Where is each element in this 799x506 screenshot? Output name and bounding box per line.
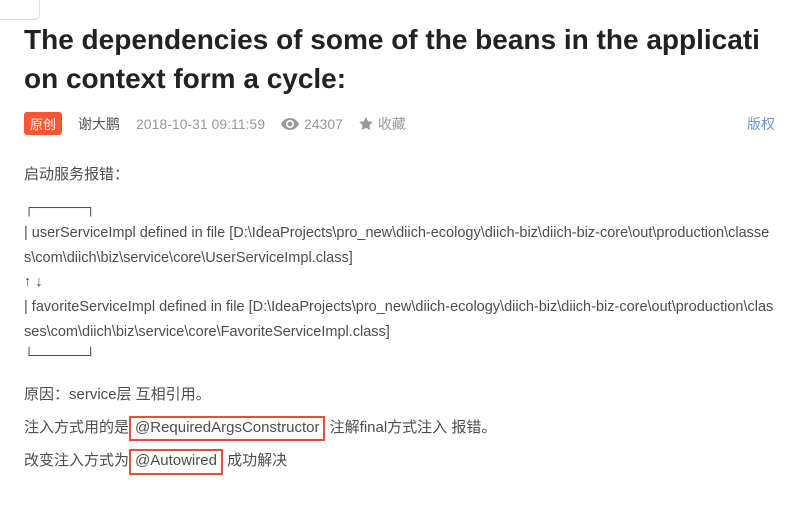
ascii-mid: ↑ ↓ [24, 270, 775, 295]
inject-post: 注解final方式注入 报错。 [325, 419, 496, 436]
views-count: 24307 [281, 116, 343, 132]
collect-button[interactable]: 收藏 [359, 114, 406, 134]
author-link[interactable]: 谢大鹏 [78, 114, 120, 134]
ascii-bottom: └─────┘ [24, 344, 775, 369]
fix-line: 改变注入方式为@Autowired 成功解决 [24, 447, 775, 475]
autowired-annotation: @Autowired [129, 449, 223, 475]
required-args-annotation: @RequiredArgsConstructor [129, 416, 325, 442]
article-body: 启动服务报错： ┌─────┐ | userServiceImpl define… [24, 161, 775, 474]
reason-text: 原因：service层 互相引用。 [24, 381, 775, 408]
intro-text: 启动服务报错： [24, 161, 775, 188]
tab-corner [0, 0, 40, 20]
copyright-link[interactable]: 版权 [747, 114, 775, 134]
article-container: The dependencies of some of the beans in… [0, 0, 799, 475]
article-title: The dependencies of some of the beans in… [24, 20, 775, 98]
star-icon [359, 117, 373, 131]
original-badge: 原创 [24, 112, 62, 135]
inject-pre: 注入方式用的是 [24, 419, 129, 436]
article-meta: 原创 谢大鹏 2018-10-31 09:11:59 24307 收藏 版权 [24, 112, 775, 135]
error-block: ┌─────┐ | userServiceImpl defined in fil… [24, 196, 775, 368]
fix-pre: 改变注入方式为 [24, 452, 129, 469]
publish-datetime: 2018-10-31 09:11:59 [136, 116, 265, 132]
error-line-2: | favoriteServiceImpl defined in file [D… [24, 295, 775, 344]
fix-post: 成功解决 [223, 452, 287, 469]
eye-icon [281, 118, 299, 130]
collect-label: 收藏 [378, 114, 406, 134]
inject-line: 注入方式用的是@RequiredArgsConstructor 注解final方… [24, 414, 775, 442]
ascii-top: ┌─────┐ [24, 196, 775, 221]
error-line-1: | userServiceImpl defined in file [D:\Id… [24, 221, 775, 270]
views-number: 24307 [304, 116, 343, 132]
